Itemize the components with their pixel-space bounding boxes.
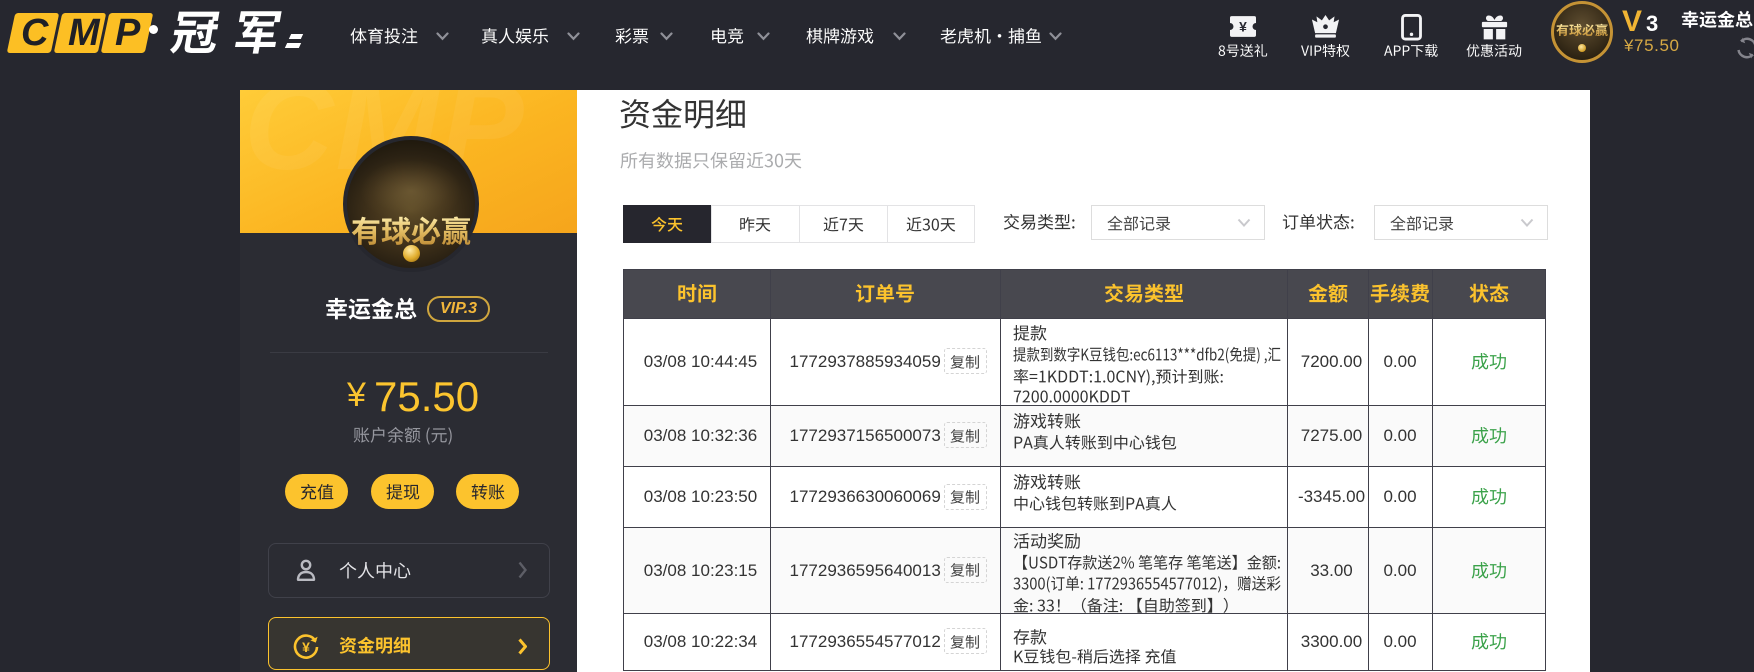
svg-text:¥: ¥: [302, 639, 310, 655]
svg-text:¥: ¥: [1239, 18, 1247, 34]
